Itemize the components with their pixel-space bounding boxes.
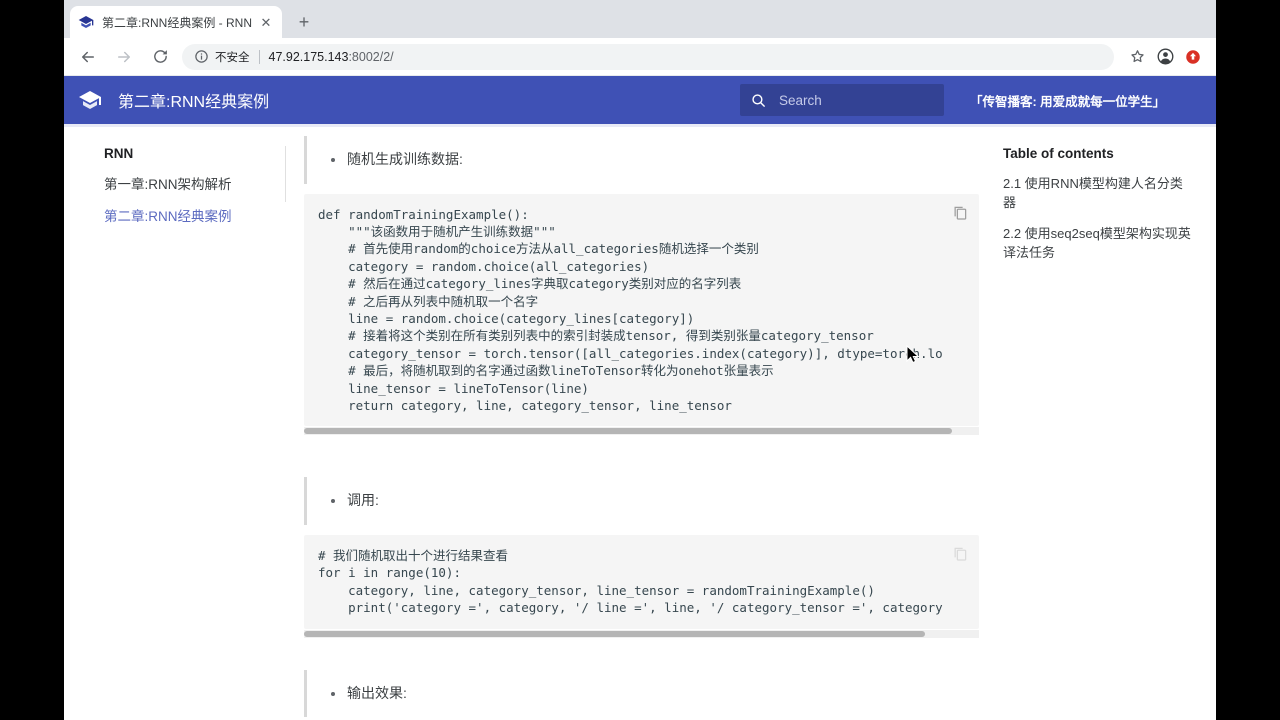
sidebar-item-chapter-1[interactable]: 第一章:RNN架构解析 <box>104 173 304 193</box>
tab-title: 第二章:RNN经典案例 - RNN <box>102 15 252 30</box>
section-bullet: 调用: <box>304 477 979 526</box>
tab-strip: 第二章:RNN经典案例 - RNN ✕ + <box>64 0 1216 38</box>
section-bullet: 随机生成训练数据: <box>304 136 979 184</box>
mouse-cursor <box>906 344 922 365</box>
sidebar-divider <box>285 146 286 202</box>
page-body: RNN 第一章:RNN架构解析 第二章:RNN经典案例 随机生成训练数据: de… <box>64 124 1216 720</box>
section-label: 调用: <box>347 492 379 509</box>
forward-button[interactable] <box>110 43 138 71</box>
close-icon[interactable]: ✕ <box>258 14 274 30</box>
code-scrollbar[interactable] <box>304 427 979 436</box>
toc-item-2-2[interactable]: 2.2 使用seq2seq模型架构实现英译法任务 <box>1003 225 1192 263</box>
screen: 第二章:RNN经典案例 - RNN ✕ + 不安全 47.92.175.143:… <box>0 0 1280 720</box>
update-badge-icon[interactable] <box>1180 44 1206 70</box>
browser-window: 第二章:RNN经典案例 - RNN ✕ + 不安全 47.92.175.143:… <box>64 0 1216 720</box>
section-bullet: 输出效果: <box>304 669 979 718</box>
section-label: 随机生成训练数据: <box>347 151 463 167</box>
bullet-dot-icon <box>331 158 335 162</box>
code-text: def randomTrainingExample(): """该函数用于随机产… <box>318 206 943 414</box>
code-block[interactable]: # 我们随机取出十个进行结果查看 for i in range(10): cat… <box>304 535 979 629</box>
search-input[interactable] <box>779 92 934 108</box>
new-tab-button[interactable]: + <box>290 8 318 36</box>
bullet-dot-icon <box>331 499 335 504</box>
sidebar-heading: RNN <box>104 146 134 161</box>
bullet-dot-icon <box>331 691 335 696</box>
code-text: # 我们随机取出十个进行结果查看 for i in range(10): cat… <box>318 548 943 616</box>
profile-avatar-icon[interactable] <box>1152 44 1178 70</box>
back-button[interactable] <box>74 43 102 71</box>
table-of-contents: Table of contents 2.1 使用RNN模型构建人名分类器 2.2… <box>979 124 1216 720</box>
browser-tab[interactable]: 第二章:RNN经典案例 - RNN ✕ <box>70 6 282 38</box>
url-text: 47.92.175.143:8002/2/ <box>269 50 394 64</box>
search-box[interactable] <box>740 84 944 116</box>
graduation-cap-icon[interactable] <box>78 88 102 112</box>
security-label: 不安全 <box>215 51 250 64</box>
page-title: 第二章:RNN经典案例 <box>118 94 270 111</box>
toc-item-2-1[interactable]: 2.1 使用RNN模型构建人名分类器 <box>1003 175 1192 213</box>
site-header: 第二章:RNN经典案例 「传智播客: 用爱成就每一位学生」 <box>64 76 1216 127</box>
url-path: :8002/2/ <box>348 49 394 64</box>
scrollbar-thumb[interactable] <box>304 630 925 637</box>
copy-icon[interactable] <box>951 545 969 563</box>
url-host: 47.92.175.143 <box>268 49 349 64</box>
code-scrollbar[interactable] <box>304 629 979 638</box>
address-bar[interactable]: 不安全 47.92.175.143:8002/2/ <box>182 43 1114 70</box>
sidebar: RNN 第一章:RNN架构解析 第二章:RNN经典案例 <box>64 124 304 720</box>
omnibox-divider <box>258 49 260 64</box>
search-icon <box>750 92 767 109</box>
sidebar-item-chapter-2[interactable]: 第二章:RNN经典案例 <box>104 205 304 225</box>
star-icon[interactable] <box>1124 44 1150 70</box>
header-tagline: 「传智播客: 用爱成就每一位学生」 <box>970 94 1166 109</box>
copy-icon[interactable] <box>951 204 969 222</box>
section-label: 输出效果: <box>347 684 407 701</box>
graduation-cap-icon <box>78 14 94 30</box>
main-content: 随机生成训练数据: def randomTrainingExample(): "… <box>304 124 979 720</box>
code-section: def randomTrainingExample(): """该函数用于随机产… <box>304 193 979 436</box>
toc-heading: Table of contents <box>1003 146 1114 161</box>
code-section: # 我们随机取出十个进行结果查看 for i in range(10): cat… <box>304 535 979 638</box>
code-block[interactable]: def randomTrainingExample(): """该函数用于随机产… <box>304 193 979 427</box>
scrollbar-thumb[interactable] <box>304 428 952 435</box>
browser-toolbar: 不安全 47.92.175.143:8002/2/ <box>64 38 1216 76</box>
info-circle-icon[interactable] <box>194 49 209 64</box>
reload-button[interactable] <box>146 43 174 71</box>
